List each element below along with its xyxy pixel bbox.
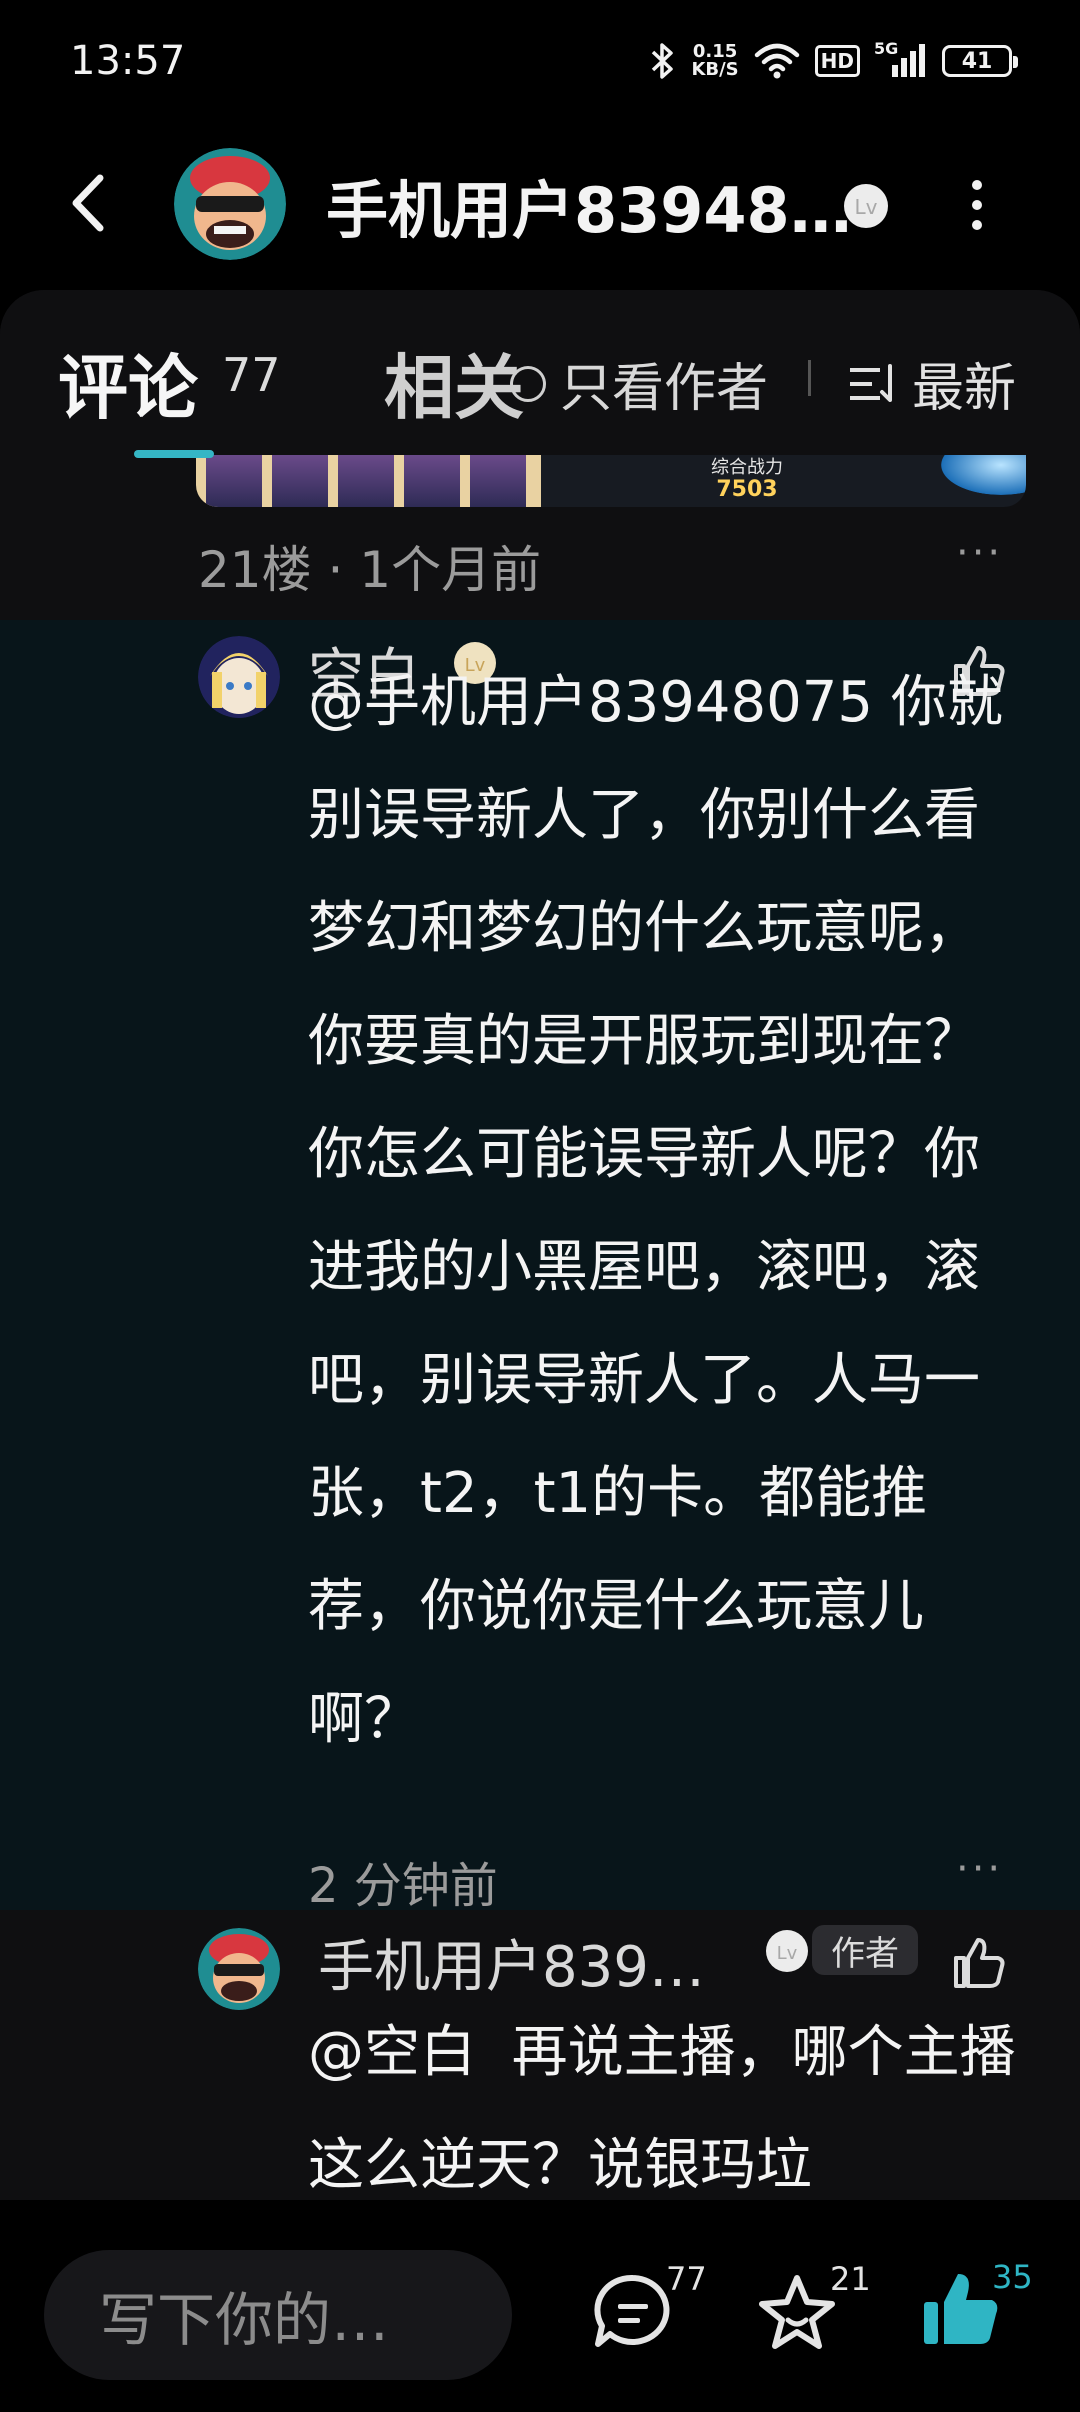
- back-arrow-icon[interactable]: [58, 168, 118, 238]
- sort-label: 最新: [912, 359, 1017, 419]
- reply-mention[interactable]: @手机用户83948075: [308, 670, 873, 735]
- more-vertical-icon[interactable]: [962, 175, 992, 235]
- reply-item-highlighted: 空白 Lv @手机用户83948075 你就别误导新人了，你别什么看梦幻和梦幻的…: [0, 620, 1080, 1914]
- reply-more-icon[interactable]: ···: [956, 1846, 1003, 1892]
- user-avatar[interactable]: [198, 636, 280, 718]
- tab-comments-count: 77: [222, 348, 281, 402]
- author-only-toggle[interactable]: 只看作者: [510, 346, 768, 421]
- status-time: 13:57: [70, 38, 186, 84]
- user-avatar[interactable]: [198, 1928, 280, 2010]
- comment-image[interactable]: 综合战力 7503: [196, 455, 1026, 507]
- reply-time: 2 分钟前: [308, 1858, 498, 1914]
- sort-button[interactable]: 最新: [848, 346, 1016, 421]
- tab-related[interactable]: 相关: [384, 332, 524, 433]
- orb-graphic: [941, 455, 1026, 495]
- svg-text:Lv: Lv: [855, 195, 878, 219]
- level-badge-icon: Lv: [766, 1930, 808, 1972]
- like-icon[interactable]: [950, 1934, 1010, 1990]
- author-tag-badge: 作者: [812, 1925, 918, 1975]
- reply-mention[interactable]: @空白: [308, 2020, 476, 2085]
- comment-input[interactable]: 写下你的…: [44, 2250, 512, 2380]
- tab-indicator: [134, 450, 214, 458]
- wifi-icon: [754, 43, 799, 79]
- like-count: 35: [992, 2258, 1033, 2296]
- level-badge-icon: Lv: [844, 184, 888, 228]
- bluetooth-icon: [652, 43, 674, 79]
- net-speed: 0.15 KB/S: [691, 41, 739, 80]
- divider: [808, 360, 811, 396]
- comments-panel: 综合战力 7503 评论 77 相关 只看作者 最新 21楼 · 1个月前 ··…: [0, 290, 1080, 2412]
- hd-icon: HD: [814, 45, 860, 77]
- author-only-label: 只看作者: [560, 359, 769, 419]
- status-bar: 13:57 0.15 KB/S HD 5G 41: [0, 0, 1080, 130]
- radio-circle-icon: [510, 365, 546, 402]
- floor-info: 21楼 · 1个月前: [198, 541, 542, 599]
- tab-comments[interactable]: 评论: [58, 332, 198, 433]
- floor-more-icon[interactable]: ···: [956, 530, 1003, 576]
- battery-icon: 41: [942, 45, 1018, 77]
- favorite-count: 21: [830, 2260, 871, 2298]
- top-header: 手机用户83948… Lv: [0, 130, 1080, 280]
- author-avatar[interactable]: [174, 148, 286, 260]
- svg-text:Lv: Lv: [777, 1943, 798, 1964]
- power-stat: 综合战力 7503: [711, 457, 783, 502]
- comment-icon[interactable]: [588, 2268, 678, 2358]
- character-thumbnails: [196, 455, 541, 507]
- reply-username[interactable]: 手机用户839…: [318, 1922, 705, 2003]
- status-icons: 0.15 KB/S HD 5G 41: [649, 36, 1018, 86]
- signal-icon: 5G: [874, 39, 928, 81]
- bottom-action-bar: 写下你的… 77 21 35: [0, 2200, 1080, 2412]
- reply-body: 你就别误导新人了，你别什么看梦幻和梦幻的什么玩意呢，你要真的是开服玩到现在？你怎…: [308, 670, 1003, 1752]
- sort-icon: [850, 363, 892, 402]
- reply-content: @手机用户83948075 你就别误导新人了，你别什么看梦幻和梦幻的什么玩意呢，…: [308, 646, 1028, 1776]
- star-icon[interactable]: [752, 2268, 842, 2358]
- reply-content: @空白 再说主播，哪个主播这么逆天？说银玛垃: [308, 1996, 1028, 2222]
- comment-count: 77: [666, 2260, 707, 2298]
- page-title: 手机用户83948…: [326, 174, 852, 247]
